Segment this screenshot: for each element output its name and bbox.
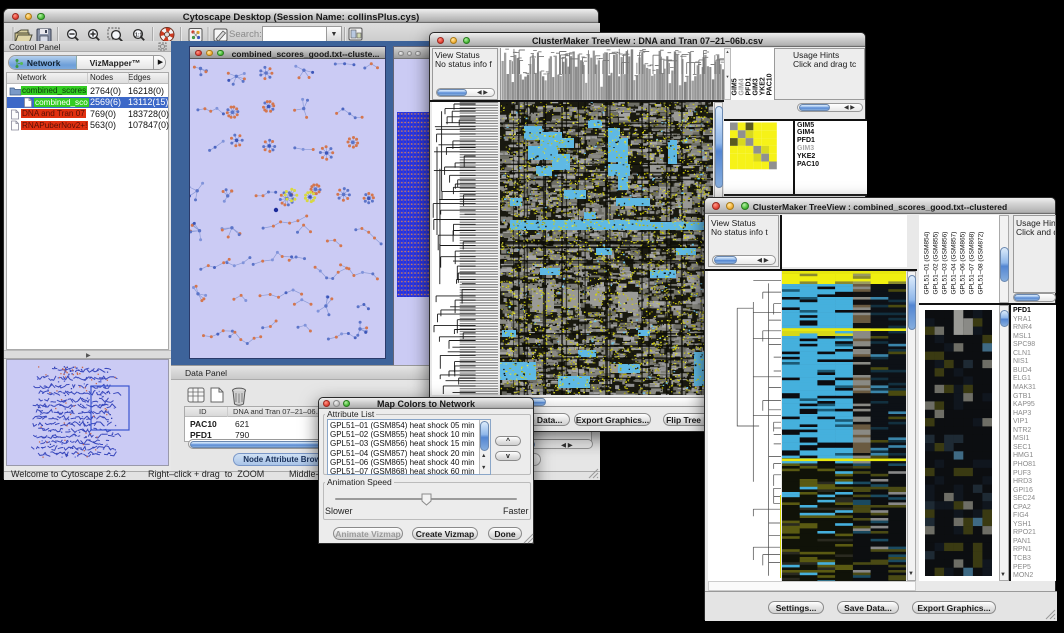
svg-text:1:1: 1:1 [135, 33, 142, 39]
